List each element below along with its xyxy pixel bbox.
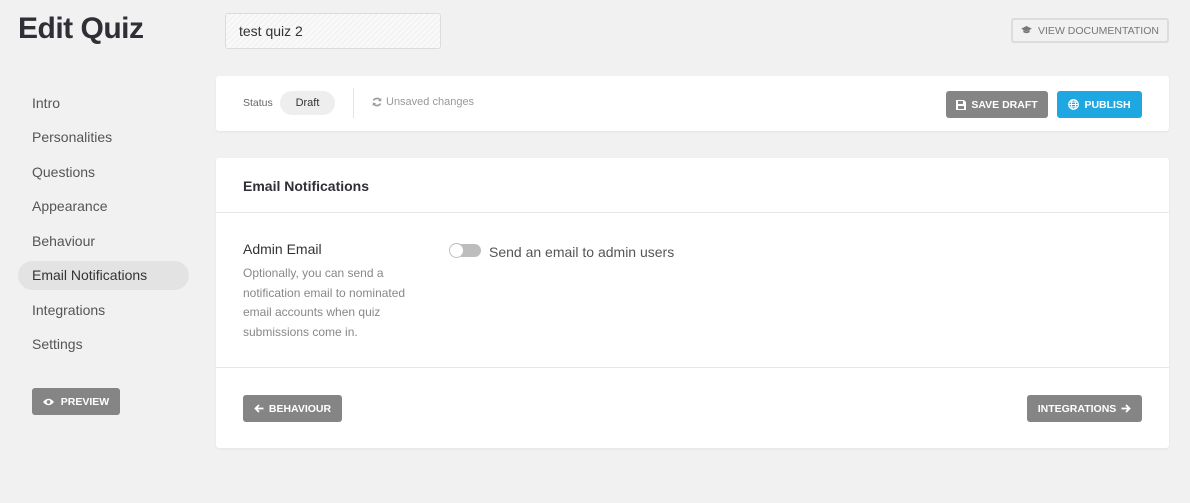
admin-email-toggle-label[interactable]: Send an email to admin users bbox=[489, 244, 674, 260]
section-title: Email Notifications bbox=[243, 178, 370, 194]
sidebar-item-personalities[interactable]: Personalities bbox=[18, 123, 189, 152]
publish-button[interactable]: PUBLISH bbox=[1057, 91, 1142, 118]
quiz-name-input[interactable] bbox=[225, 13, 441, 49]
admin-email-toggle[interactable] bbox=[449, 243, 481, 258]
back-behaviour-button[interactable]: BEHAVIOUR bbox=[243, 395, 342, 422]
publish-label: PUBLISH bbox=[1084, 98, 1131, 111]
refresh-icon bbox=[372, 97, 382, 107]
unsaved-indicator: Unsaved changes bbox=[372, 96, 474, 108]
admin-email-label: Admin Email bbox=[243, 241, 322, 257]
sidebar-item-questions[interactable]: Questions bbox=[18, 157, 189, 186]
divider bbox=[216, 367, 1169, 368]
status-label: Status bbox=[243, 97, 273, 109]
preview-label: PREVIEW bbox=[60, 395, 110, 408]
save-draft-button[interactable]: SAVE DRAFT bbox=[946, 91, 1048, 118]
status-badge: Draft bbox=[280, 91, 335, 115]
floppy-disk-icon bbox=[956, 99, 967, 110]
toggle-knob bbox=[449, 243, 464, 258]
arrow-left-icon bbox=[254, 404, 264, 413]
globe-icon bbox=[1068, 99, 1080, 110]
sidebar-item-integrations[interactable]: Integrations bbox=[18, 295, 189, 324]
eye-icon bbox=[42, 398, 54, 405]
view-documentation-label: VIEW DOCUMENTATION bbox=[1038, 24, 1159, 37]
next-integrations-button[interactable]: INTEGRATIONS bbox=[1027, 395, 1142, 422]
page-title: Edit Quiz bbox=[18, 12, 144, 45]
divider bbox=[216, 212, 1169, 213]
sidebar-item-email-notifications[interactable]: Email Notifications bbox=[18, 260, 189, 290]
unsaved-text: Unsaved changes bbox=[386, 96, 475, 108]
view-documentation-button[interactable]: VIEW DOCUMENTATION bbox=[1011, 18, 1169, 43]
sidebar: Intro Personalities Questions Appearance… bbox=[18, 88, 189, 364]
arrow-right-icon bbox=[1121, 404, 1132, 413]
email-notifications-panel: Email Notifications Admin Email Optional… bbox=[216, 158, 1169, 448]
preview-button[interactable]: PREVIEW bbox=[32, 388, 120, 415]
save-draft-label: SAVE DRAFT bbox=[971, 98, 1038, 111]
sidebar-item-settings[interactable]: Settings bbox=[18, 330, 189, 359]
admin-email-help: Optionally, you can send a notification … bbox=[243, 266, 406, 339]
sidebar-item-appearance[interactable]: Appearance bbox=[18, 192, 189, 221]
graduation-cap-icon bbox=[1021, 26, 1032, 34]
back-label: BEHAVIOUR bbox=[268, 402, 332, 415]
sidebar-item-intro[interactable]: Intro bbox=[18, 88, 189, 117]
divider bbox=[353, 88, 354, 118]
next-label: INTEGRATIONS bbox=[1037, 402, 1117, 415]
status-bar: Status Draft Unsaved changes SAVE DRAFT … bbox=[216, 76, 1169, 131]
sidebar-item-behaviour[interactable]: Behaviour bbox=[18, 226, 189, 255]
